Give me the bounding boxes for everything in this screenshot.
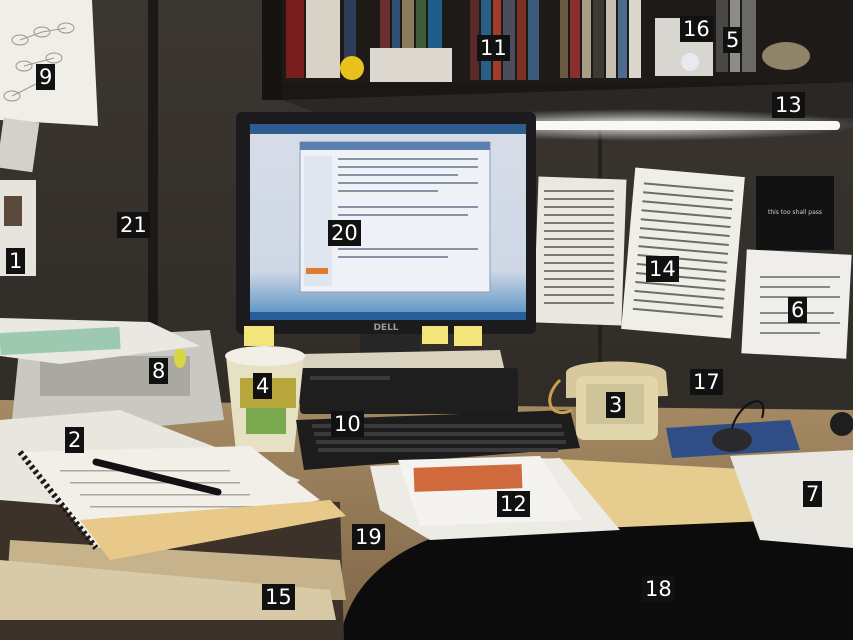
stress-ball bbox=[762, 42, 810, 70]
label-15: 15 bbox=[262, 584, 295, 610]
label-18: 18 bbox=[642, 576, 675, 602]
label-7: 7 bbox=[803, 481, 823, 507]
magazine-image bbox=[413, 464, 523, 492]
monitor-logo: DELL bbox=[373, 323, 398, 333]
taskbar bbox=[250, 312, 526, 320]
label-2: 2 bbox=[65, 427, 85, 453]
drive-slot bbox=[310, 376, 390, 380]
label-17: 17 bbox=[690, 369, 723, 395]
flowchart-sheet bbox=[0, 0, 98, 126]
label-8: 8 bbox=[149, 358, 169, 384]
desk-object bbox=[830, 412, 853, 436]
label-19: 19 bbox=[352, 524, 385, 550]
label-14: 14 bbox=[646, 256, 679, 282]
label-11: 11 bbox=[477, 35, 510, 61]
office-desk-photo: this too shall pass DELL 1 2 3 4 5 6 7 8… bbox=[0, 0, 853, 640]
label-12: 12 bbox=[497, 491, 530, 517]
penguin-figure bbox=[681, 53, 699, 71]
app-window-titlebar bbox=[300, 142, 490, 150]
label-10: 10 bbox=[331, 411, 364, 437]
label-9: 9 bbox=[36, 64, 56, 90]
label-1: 1 bbox=[6, 248, 26, 274]
printer-button bbox=[174, 348, 186, 368]
window-titlebar bbox=[250, 124, 526, 134]
desktop-computer bbox=[300, 368, 518, 414]
label-21: 21 bbox=[117, 212, 150, 238]
label-4: 4 bbox=[253, 373, 273, 399]
price-list-lines bbox=[544, 190, 614, 304]
scene-illustration: this too shall pass DELL bbox=[0, 0, 853, 640]
cup-lid bbox=[225, 346, 305, 366]
sticky-note bbox=[244, 326, 274, 346]
label-3: 3 bbox=[606, 392, 626, 418]
sticky-note bbox=[454, 326, 482, 346]
computer-mouse bbox=[712, 428, 752, 452]
note-card bbox=[0, 117, 40, 173]
wall-divider bbox=[148, 0, 158, 330]
label-6: 6 bbox=[788, 297, 808, 323]
label-13: 13 bbox=[772, 92, 805, 118]
label-20: 20 bbox=[328, 220, 361, 246]
black-card-text: this too shall pass bbox=[768, 209, 822, 216]
cup-pattern bbox=[246, 408, 286, 434]
shelf-side bbox=[262, 0, 282, 100]
photo-figure bbox=[4, 196, 22, 226]
label-16: 16 bbox=[680, 16, 713, 42]
label-5: 5 bbox=[723, 27, 743, 53]
sticky-note bbox=[422, 326, 448, 344]
smiley-figure bbox=[340, 56, 364, 80]
app-highlight bbox=[306, 268, 328, 274]
